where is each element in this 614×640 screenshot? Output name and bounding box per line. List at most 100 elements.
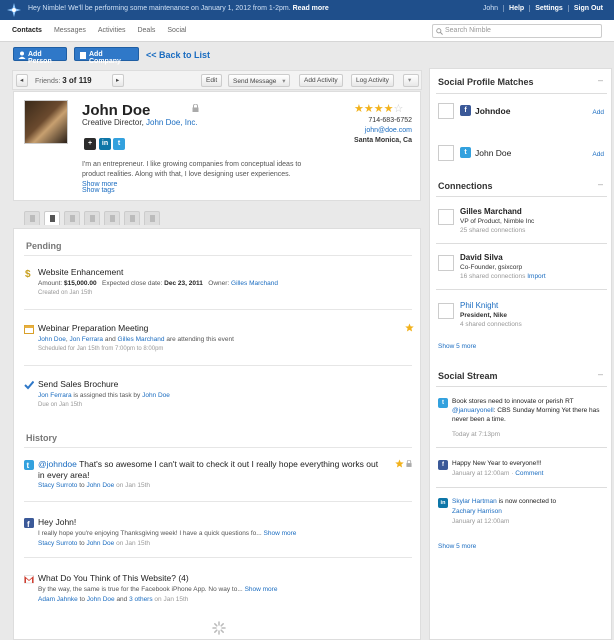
divider: [24, 255, 412, 256]
search-input[interactable]: Search Nimble: [432, 24, 602, 38]
star-icon[interactable]: [405, 323, 414, 332]
back-to-list-link[interactable]: << Back to List: [146, 50, 210, 60]
to-link[interactable]: John Doe: [86, 482, 114, 489]
others-link[interactable]: 3 others: [129, 596, 153, 603]
owner-link[interactable]: Gilles Marchand: [231, 280, 278, 287]
stream-item[interactable]: t Book stores need to innovate or perish…: [430, 397, 613, 439]
connection-name[interactable]: Phil Knight: [460, 301, 498, 310]
contact-name: John Doe: [82, 102, 151, 119]
from-link[interactable]: Stacy Surroto: [38, 482, 77, 489]
tab-social[interactable]: Social: [167, 27, 186, 34]
twitter-icon[interactable]: t: [113, 138, 125, 150]
add-company-button[interactable]: Add Company: [74, 47, 139, 65]
import-link[interactable]: Import: [527, 273, 545, 280]
event-title[interactable]: Webinar Preparation Meeting: [38, 323, 148, 333]
comment-link[interactable]: Comment: [515, 470, 543, 477]
connection-row[interactable]: David Silva Co-Founder, gsixcorp 16 shar…: [430, 253, 613, 283]
settings-link[interactable]: Settings: [529, 5, 568, 12]
task-title[interactable]: Send Sales Brochure: [38, 379, 118, 389]
show-more-link[interactable]: Show more: [264, 530, 297, 537]
connection-avatar: [438, 303, 454, 319]
send-message-button[interactable]: Send Message ▾: [228, 74, 291, 87]
gift-tab-icon[interactable]: [84, 211, 100, 225]
facebook-icon: f: [24, 518, 34, 528]
show-more-link[interactable]: Show more: [245, 586, 278, 593]
tab-activities[interactable]: Activities: [98, 27, 126, 34]
log-activity-button[interactable]: Log Activity: [351, 74, 394, 87]
attendee-link[interactable]: John Doe: [38, 336, 66, 343]
stream-person-link[interactable]: Skylar Hartman: [452, 498, 497, 505]
plus-badge-icon[interactable]: +: [84, 138, 96, 150]
stream-person-link[interactable]: Zachary Harrison: [452, 507, 502, 516]
from-link[interactable]: Adam Jahnke: [38, 596, 78, 603]
add-match-link[interactable]: Add: [592, 109, 604, 116]
to-link[interactable]: John Doe: [86, 540, 114, 547]
prev-contact-button[interactable]: ◂: [16, 74, 28, 87]
match-avatar: [438, 103, 454, 119]
linkedin-icon[interactable]: in: [99, 138, 111, 150]
read-more-link[interactable]: Read more: [293, 5, 329, 12]
star-icon[interactable]: ★: [364, 103, 374, 115]
star-icon[interactable]: ★: [384, 103, 394, 115]
connections-show-more-link[interactable]: Show 5 more: [438, 343, 476, 350]
email-meta: Adam Jahnke to John Doe and 3 others on …: [38, 596, 188, 603]
assigner-link[interactable]: John Doe: [142, 392, 170, 399]
connection-row[interactable]: Gilles Marchand VP of Product, Nimble In…: [430, 207, 613, 237]
connection-role: Co-Founder, gsixcorp: [460, 264, 523, 271]
user-link[interactable]: John: [478, 5, 503, 12]
connection-name[interactable]: Gilles Marchand: [460, 207, 522, 216]
dollar-tab-icon[interactable]: [104, 211, 120, 225]
show-tags-link[interactable]: Show tags: [82, 187, 115, 194]
tab-deals[interactable]: Deals: [137, 27, 155, 34]
mail-tab-icon[interactable]: [64, 211, 80, 225]
attendee-link[interactable]: Jon Ferrara: [69, 336, 103, 343]
help-link[interactable]: Help: [503, 5, 529, 12]
collapse-icon[interactable]: –: [598, 179, 603, 189]
rating-stars[interactable]: ★★★★☆: [354, 102, 403, 115]
tab-contacts[interactable]: Contacts: [12, 27, 42, 34]
social-match-row[interactable]: t John Doe Add: [430, 145, 613, 165]
next-contact-button[interactable]: ▸: [112, 74, 124, 87]
match-avatar: [438, 145, 454, 161]
from-link[interactable]: Stacy Surroto: [38, 540, 77, 547]
stream-show-more-link[interactable]: Show 5 more: [438, 543, 476, 550]
message-meta: Stacy Surroto to John Doe on Jan 15th: [38, 540, 150, 547]
star-icon[interactable]: ★: [374, 103, 384, 115]
collapse-icon[interactable]: –: [598, 369, 603, 379]
message-title[interactable]: Hey John!: [38, 517, 76, 527]
assignee-link[interactable]: Jon Ferrara: [38, 392, 72, 399]
divider: [24, 309, 412, 310]
to-link[interactable]: John Doe: [87, 596, 115, 603]
deal-title[interactable]: Website Enhancement: [38, 267, 123, 277]
list-tab-icon[interactable]: [44, 211, 60, 225]
email-link[interactable]: john@doe.com: [354, 126, 412, 136]
add-activity-button[interactable]: Add Activity: [299, 74, 343, 87]
nimble-logo-icon[interactable]: [6, 2, 22, 18]
more-actions-button[interactable]: ▾: [403, 74, 419, 87]
note-tab-icon[interactable]: [144, 211, 160, 225]
tab-messages[interactable]: Messages: [54, 27, 86, 34]
collapse-icon[interactable]: –: [598, 75, 603, 85]
star-icon[interactable]: ★: [354, 103, 364, 115]
stream-time: January at 12:00am · Comment: [452, 470, 544, 477]
star-icon[interactable]: [395, 459, 404, 468]
star-icon[interactable]: ☆: [394, 103, 404, 115]
add-match-link[interactable]: Add: [592, 151, 604, 158]
social-match-row[interactable]: f Johndoe Add: [430, 103, 613, 123]
sign-out-link[interactable]: Sign Out: [567, 5, 608, 12]
attendee-link[interactable]: Gilles Marchand: [118, 336, 165, 343]
chat-tab-icon[interactable]: [124, 211, 140, 225]
connection-name[interactable]: David Silva: [460, 253, 503, 262]
stream-item[interactable]: in Skylar Hartman is now connected to Za…: [430, 497, 613, 529]
loading-spinner-icon: [212, 621, 226, 635]
stream-item[interactable]: f Happy New Year to everyone!!! January …: [430, 459, 613, 481]
add-person-button[interactable]: Add Person: [13, 47, 67, 65]
company-link[interactable]: John Doe, Inc.: [146, 118, 198, 127]
handle-link[interactable]: @johndoe: [38, 459, 77, 469]
email-title[interactable]: What Do You Think of This Website? (4): [38, 573, 189, 583]
stream-handle-link[interactable]: @januaryonell: [452, 407, 494, 414]
tweet-text-cont: in every area!: [38, 470, 90, 480]
edit-button[interactable]: Edit: [201, 74, 223, 87]
info-tab-icon[interactable]: [24, 211, 40, 225]
connection-row[interactable]: Phil Knight President, Nike 4 shared con…: [430, 301, 613, 331]
